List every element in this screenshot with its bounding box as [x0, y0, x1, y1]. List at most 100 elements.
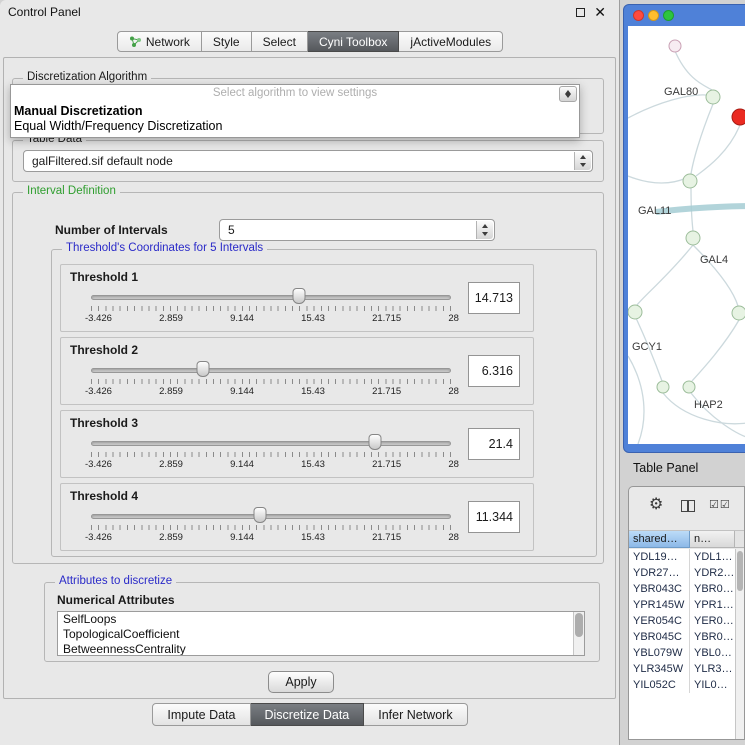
node-label: GCY1	[632, 341, 662, 353]
table-panel-title: Table Panel	[633, 461, 698, 475]
combo-stepper-icon[interactable]	[559, 86, 577, 102]
tab-discretize-data[interactable]: Discretize Data	[251, 703, 365, 726]
table-row[interactable]: YBR043C YBR0…	[629, 581, 735, 597]
scale-label: 21.715	[372, 386, 401, 397]
tab-infer-network[interactable]: Infer Network	[364, 703, 467, 726]
window-title: Control Panel	[8, 5, 81, 19]
minimize-traffic-light[interactable]	[648, 10, 659, 21]
column-header-shared-name[interactable]: shared…	[629, 531, 690, 548]
scale-label: 21.715	[372, 313, 401, 324]
threshold-value-field[interactable]: 6.316	[468, 355, 520, 387]
list-scrollbar-thumb[interactable]	[575, 613, 583, 637]
cell-shared-name: YBR043C	[629, 581, 690, 597]
network-canvas[interactable]: GAL80 GAL11 GAL4 GCY1 HAP2	[628, 26, 745, 444]
slider-thumb[interactable]	[292, 288, 305, 304]
cell-shared-name: YBR045C	[629, 629, 690, 645]
network-node[interactable]	[669, 40, 681, 52]
network-node[interactable]	[683, 174, 697, 188]
table-row[interactable]: YBL079W YBL0…	[629, 645, 735, 661]
table-row[interactable]: YDR27… YDR2…	[629, 565, 735, 581]
slider-ticks	[91, 379, 451, 384]
select-columns-checkboxes-icon[interactable]: ☑☑	[709, 498, 731, 511]
threshold-slider[interactable]: -3.426 2.859 9.144 15.43 21.715 28	[91, 484, 451, 552]
table-row[interactable]: YLR345W YLR3…	[629, 661, 735, 677]
table-data-combobox-value: galFiltered.sif default node	[32, 151, 568, 171]
network-node[interactable]	[657, 381, 669, 393]
tab-jactivemodules-label: jActiveModules	[410, 35, 491, 49]
tab-impute-data[interactable]: Impute Data	[152, 703, 250, 726]
slider-ticks	[91, 306, 451, 311]
table-toolbar: ⚙ ☑☑	[629, 487, 744, 531]
close-traffic-light[interactable]	[633, 10, 644, 21]
scale-label: 15.43	[301, 532, 325, 543]
network-node[interactable]	[686, 231, 700, 245]
number-of-intervals-combobox[interactable]: 5	[219, 219, 495, 241]
columns-icon[interactable]	[681, 500, 695, 512]
attribute-list-item[interactable]: SelfLoops	[58, 612, 584, 627]
numerical-attributes-listbox[interactable]: SelfLoops TopologicalCoefficient Between…	[57, 611, 585, 656]
thresholds-group-title: Threshold's Coordinates for 5 Intervals	[62, 242, 267, 254]
attributes-to-discretize-group: Attributes to discretize Numerical Attri…	[44, 582, 600, 662]
slider-track[interactable]	[91, 368, 451, 373]
algorithm-option-equal-width-frequency[interactable]: Equal Width/Frequency Discretization	[11, 119, 579, 137]
combo-stepper-icon[interactable]	[476, 221, 493, 239]
scale-label: 2.859	[159, 313, 183, 324]
table-row[interactable]: YDL19… YDL1…	[629, 549, 735, 565]
threshold-value-field[interactable]: 14.713	[468, 282, 520, 314]
numerical-attributes-label: Numerical Attributes	[57, 593, 175, 607]
table-scrollbar[interactable]	[735, 549, 744, 739]
threshold-slider[interactable]: -3.426 2.859 9.144 15.43 21.715 28	[91, 338, 451, 406]
threshold-slider[interactable]: -3.426 2.859 9.144 15.43 21.715 28	[91, 411, 451, 479]
network-node[interactable]	[628, 305, 642, 319]
slider-thumb[interactable]	[369, 434, 382, 450]
interval-definition-group-title: Interval Definition	[23, 185, 120, 197]
tab-jactivemodules[interactable]: jActiveModules	[399, 31, 503, 52]
table-row[interactable]: YPR145W YPR1…	[629, 597, 735, 613]
attribute-list-item[interactable]: TopologicalCoefficient	[58, 627, 584, 642]
node-label: GAL11	[638, 205, 671, 217]
table-row[interactable]: YBR045C YBR0…	[629, 629, 735, 645]
network-node[interactable]	[683, 381, 695, 393]
tab-network-label: Network	[146, 35, 190, 49]
slider-thumb[interactable]	[254, 507, 267, 523]
column-header-name[interactable]: n…	[690, 531, 735, 548]
threshold-value-field[interactable]: 11.344	[468, 501, 520, 533]
table-row[interactable]: YER054C YER0…	[629, 613, 735, 629]
list-scrollbar[interactable]	[573, 612, 584, 655]
table-row[interactable]: YIL052C YIL0…	[629, 677, 735, 693]
attribute-list-item[interactable]: BetweennessCentrality	[58, 642, 584, 656]
slider-track[interactable]	[91, 295, 451, 300]
zoom-traffic-light[interactable]	[663, 10, 674, 21]
number-of-intervals-label: Number of Intervals	[55, 223, 168, 237]
algorithm-option-manual-discretization[interactable]: Manual Discretization	[11, 103, 579, 119]
close-icon[interactable]: ✕	[594, 4, 606, 21]
algorithm-combobox[interactable]: Select algorithm to view settings	[11, 85, 579, 103]
scale-label: 9.144	[230, 532, 254, 543]
gear-icon[interactable]: ⚙	[649, 497, 663, 513]
slider-track[interactable]	[91, 441, 451, 446]
network-node[interactable]	[706, 90, 720, 104]
top-tab-bar: Network Style Select Cyni Toolbox jActiv…	[0, 31, 620, 52]
tab-cyni-toolbox[interactable]: Cyni Toolbox	[308, 31, 399, 52]
node-label: GAL4	[700, 254, 728, 266]
threshold-slider[interactable]: -3.426 2.859 9.144 15.43 21.715 28	[91, 265, 451, 333]
selected-network-node[interactable]	[732, 109, 745, 125]
combo-stepper-icon[interactable]	[574, 152, 591, 170]
network-node[interactable]	[732, 306, 745, 320]
float-window-button[interactable]	[576, 8, 585, 17]
threshold-row: Threshold 2 -3.426 2.859 9.144 15.43 21.…	[60, 337, 534, 405]
interval-definition-group: Interval Definition Number of Intervals …	[12, 192, 604, 564]
tab-cyni-toolbox-label: Cyni Toolbox	[319, 35, 387, 49]
tab-network[interactable]: Network	[117, 31, 202, 52]
tab-style[interactable]: Style	[202, 31, 252, 52]
scale-label: 28	[448, 313, 459, 324]
table-data-combobox[interactable]: galFiltered.sif default node	[23, 150, 593, 172]
scale-label: 9.144	[230, 386, 254, 397]
table-scrollbar-thumb[interactable]	[737, 551, 743, 591]
slider-track[interactable]	[91, 514, 451, 519]
threshold-value-field[interactable]: 21.4	[468, 428, 520, 460]
slider-thumb[interactable]	[196, 361, 209, 377]
apply-button[interactable]: Apply	[268, 671, 334, 693]
tab-select[interactable]: Select	[252, 31, 308, 52]
scale-label: 21.715	[372, 459, 401, 470]
